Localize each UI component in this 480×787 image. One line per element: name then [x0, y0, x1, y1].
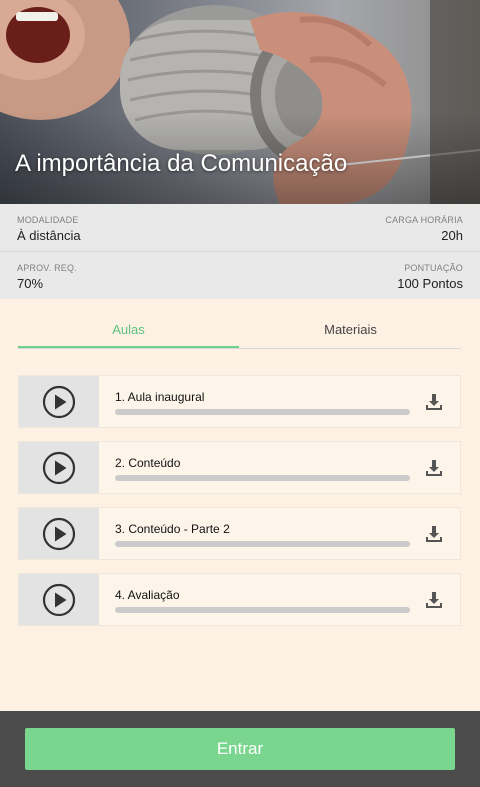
lesson-thumbnail[interactable]: [19, 508, 99, 559]
lesson-title: 2. Conteúdo: [115, 456, 181, 470]
lesson-thumbnail[interactable]: [19, 442, 99, 493]
tab-materiais[interactable]: Materiais: [240, 318, 461, 348]
download-icon[interactable]: [426, 591, 442, 609]
modalidade-label: MODALIDADE: [17, 215, 79, 225]
play-circle-icon: [42, 451, 76, 485]
lesson-progress-bar: [115, 541, 410, 547]
aprov-req-value: 70%: [17, 276, 44, 291]
pontuacao-label: PONTUAÇÃO: [404, 263, 463, 273]
lesson-progress-bar: [115, 409, 410, 415]
download-icon[interactable]: [426, 393, 442, 411]
lesson-item[interactable]: 2. Conteúdo: [18, 441, 461, 494]
carga-horaria-value: 20h: [441, 228, 463, 243]
course-hero-image: A importância da Comunicação: [0, 0, 480, 204]
course-info-panel: MODALIDADE À distância CARGA HORÁRIA 20h…: [0, 204, 480, 299]
lesson-progress-bar: [115, 607, 410, 613]
lesson-thumbnail[interactable]: [19, 376, 99, 427]
download-icon[interactable]: [426, 459, 442, 477]
play-circle-icon: [42, 517, 76, 551]
play-circle-icon: [42, 583, 76, 617]
course-title: A importância da Comunicação: [15, 150, 348, 177]
content-tabs: Aulas Materiais: [18, 318, 461, 349]
pontuacao-value: 100 Pontos: [397, 276, 463, 291]
modalidade-value: À distância: [17, 228, 81, 243]
lesson-title: 3. Conteúdo - Parte 2: [115, 522, 230, 536]
lesson-progress-bar: [115, 475, 410, 481]
lesson-title: 1. Aula inaugural: [115, 390, 205, 404]
lesson-item[interactable]: 4. Avaliação: [18, 573, 461, 626]
info-row-1: MODALIDADE À distância CARGA HORÁRIA 20h: [0, 204, 480, 252]
info-row-2: APROV. REQ. 70% PONTUAÇÃO 100 Pontos: [0, 252, 480, 299]
footer-bar: Entrar: [0, 711, 480, 787]
lesson-title: 4. Avaliação: [115, 588, 180, 602]
carga-horaria-label: CARGA HORÁRIA: [385, 215, 463, 225]
lesson-thumbnail[interactable]: [19, 574, 99, 625]
play-circle-icon: [42, 385, 76, 419]
aprov-req-label: APROV. REQ.: [17, 263, 77, 273]
download-icon[interactable]: [426, 525, 442, 543]
lesson-item[interactable]: 3. Conteúdo - Parte 2: [18, 507, 461, 560]
lesson-item[interactable]: 1. Aula inaugural: [18, 375, 461, 428]
enter-button[interactable]: Entrar: [25, 728, 455, 770]
tab-aulas[interactable]: Aulas: [18, 318, 239, 348]
